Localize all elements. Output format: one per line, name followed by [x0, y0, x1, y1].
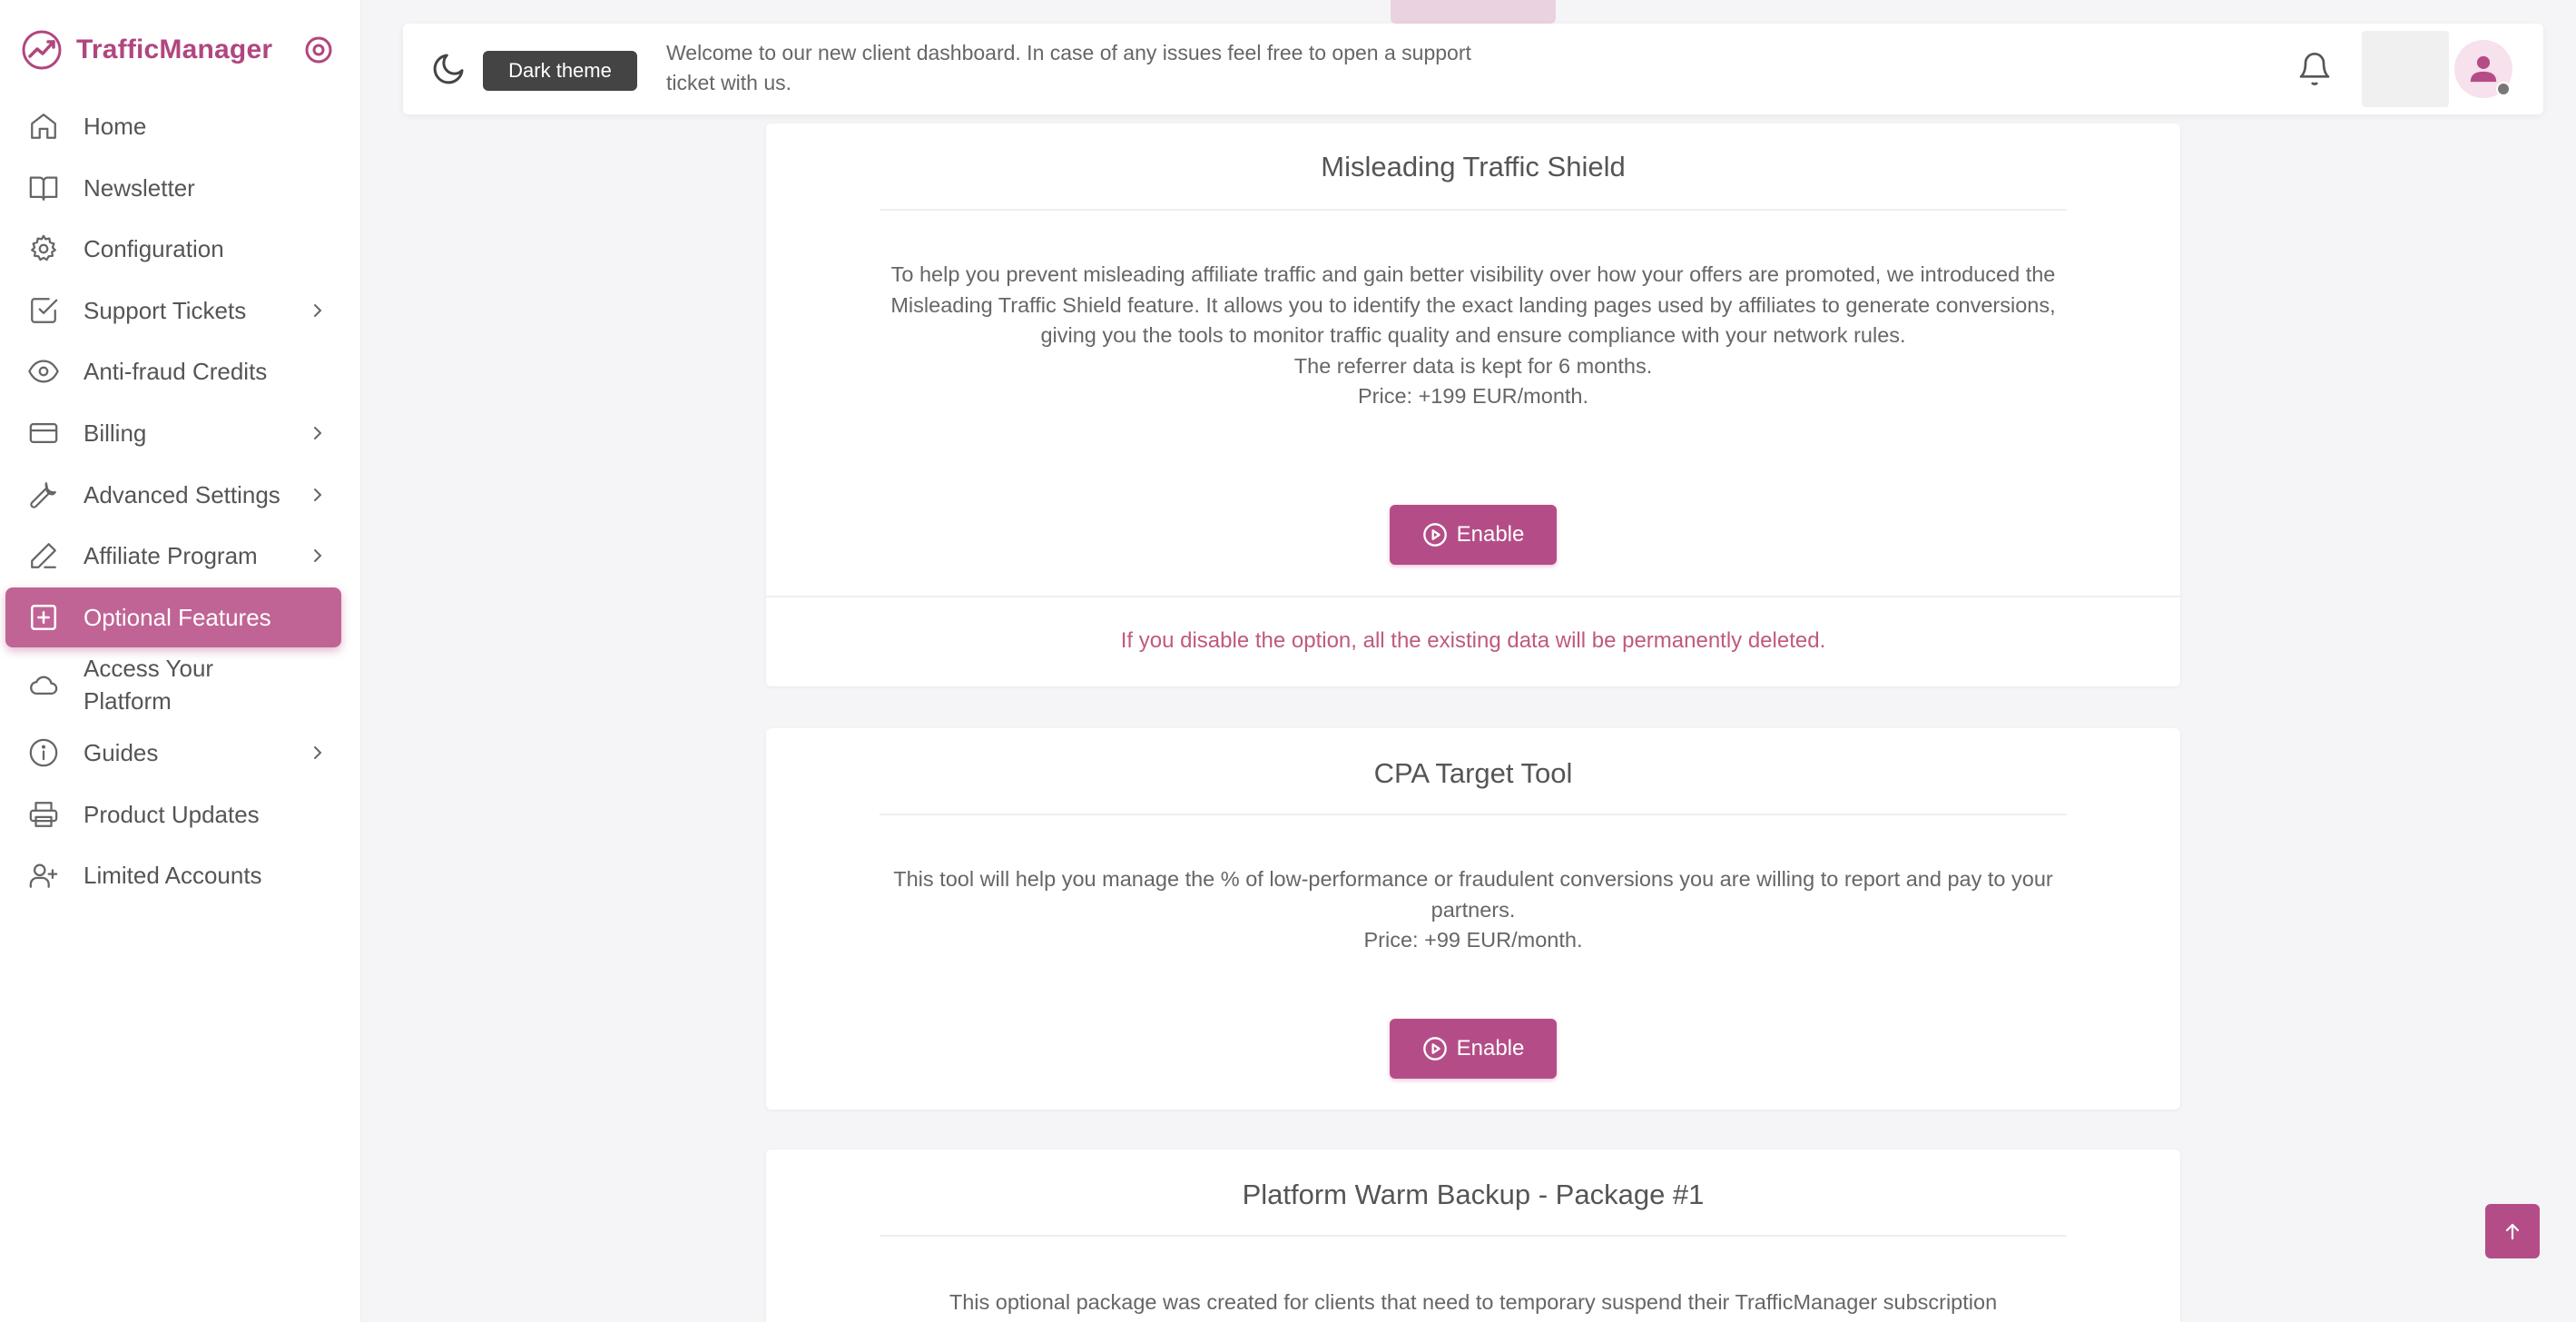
sidebar-item-home[interactable]: Home [5, 96, 341, 156]
sidebar-item-label: Newsletter [84, 173, 195, 202]
card-title: Platform Warm Backup - Package #1 [1242, 1179, 1705, 1210]
card-footer-divider [766, 596, 2180, 597]
play-circle-icon [1422, 1036, 1448, 1061]
feature-card-platform-warm-backup: Platform Warm Backup - Package #1 This o… [766, 1149, 2180, 1322]
plus-square-icon [27, 601, 60, 634]
user-plus-icon [27, 859, 60, 892]
sidebar-item-billing[interactable]: Billing [5, 403, 341, 463]
scroll-to-top-button[interactable] [2485, 1204, 2540, 1258]
enable-button[interactable]: Enable [1390, 505, 1557, 565]
eye-icon [27, 355, 60, 388]
sidebar-item-anti-fraud-credits[interactable]: Anti-fraud Credits [5, 341, 341, 401]
moon-icon[interactable] [430, 51, 467, 87]
card-title: Misleading Traffic Shield [1321, 151, 1626, 183]
sidebar-nav: Home Newsletter Configuration Support Ti… [5, 96, 341, 907]
retention-text: The referrer data is kept for 6 months. [1293, 353, 1653, 378]
brand[interactable]: TrafficManager [20, 27, 347, 73]
pen-icon [27, 539, 60, 572]
chevron-right-icon [307, 300, 329, 321]
chevron-right-icon [307, 545, 329, 567]
welcome-message: Welcome to our new client dashboard. In … [666, 41, 1471, 94]
home-icon [27, 110, 60, 143]
wrench-icon [27, 478, 60, 511]
sidebar-item-limited-accounts[interactable]: Limited Accounts [5, 845, 341, 905]
sidebar-item-label: Configuration [84, 235, 224, 263]
sidebar-item-label: Access Your Platform [84, 655, 214, 715]
disable-warning: If you disable the option, all the exist… [1120, 628, 1826, 653]
sidebar-item-label: Advanced Settings [84, 480, 280, 508]
price-text: Price: +99 EUR/month. [1363, 928, 1583, 952]
price-text: Price: +199 EUR/month. [1357, 384, 1589, 408]
description-text: To help you prevent misleading affiliate… [890, 262, 2056, 347]
account-placeholder [2362, 31, 2449, 107]
printer-icon [27, 798, 60, 831]
sidebar-item-product-updates[interactable]: Product Updates [5, 784, 341, 844]
feature-card-misleading-traffic-shield: Misleading Traffic Shield To help you pr… [766, 123, 2180, 686]
card-divider [880, 1235, 2067, 1237]
previous-enable-button-ghost [1391, 0, 1556, 24]
sidebar: TrafficManager Home Newsletter Configura… [0, 0, 361, 1322]
chevron-right-icon [307, 742, 329, 764]
sidebar-item-label: Limited Accounts [84, 862, 262, 890]
enable-button-label: Enable [1456, 1036, 1525, 1061]
card-description: To help you prevent misleading affiliate… [880, 260, 2067, 412]
book-icon [27, 172, 60, 204]
collapse-sidebar-icon[interactable] [303, 35, 334, 65]
card-divider [880, 209, 2067, 211]
gear-icon [27, 232, 60, 265]
arrow-up-icon [2505, 1223, 2520, 1240]
enable-button-label: Enable [1456, 522, 1525, 547]
sidebar-item-access-your-platform[interactable]: Access Your Platform [5, 648, 341, 721]
feature-card-cpa-target-tool: CPA Target Tool This tool will help you … [766, 728, 2180, 1110]
bell-icon[interactable] [2296, 51, 2333, 87]
sidebar-item-affiliate-program[interactable]: Affiliate Program [5, 526, 341, 586]
sidebar-item-support-tickets[interactable]: Support Tickets [5, 281, 341, 340]
sidebar-item-label: Support Tickets [84, 296, 247, 324]
info-icon [27, 736, 60, 769]
dark-theme-button[interactable]: Dark theme [483, 51, 637, 91]
sidebar-item-configuration[interactable]: Configuration [5, 219, 341, 279]
enable-button[interactable]: Enable [1390, 1019, 1557, 1079]
card-description: This tool will help you manage the % of … [880, 864, 2067, 956]
description-text: This tool will help you manage the % of … [893, 867, 2053, 922]
check-square-icon [27, 294, 60, 327]
sidebar-item-label: Anti-fraud Credits [84, 358, 268, 386]
topbar: Dark theme Welcome to our new client das… [403, 24, 2543, 114]
sidebar-item-label: Billing [84, 419, 147, 447]
sidebar-item-label: Guides [84, 738, 159, 766]
card-description: This optional package was created for cl… [949, 1290, 1998, 1314]
sidebar-item-advanced-settings[interactable]: Advanced Settings [5, 465, 341, 525]
sidebar-item-label: Product Updates [84, 800, 260, 828]
chevron-right-icon [307, 422, 329, 444]
chevron-right-icon [307, 484, 329, 506]
status-dot [2496, 82, 2511, 96]
credit-card-icon [27, 417, 60, 449]
brand-name: TrafficManager [76, 35, 273, 64]
sidebar-item-guides[interactable]: Guides [5, 723, 341, 783]
trafficmanager-logo-icon [20, 28, 64, 72]
sidebar-item-label: Home [84, 113, 147, 140]
cloud-icon [27, 668, 60, 701]
sidebar-item-label: Affiliate Program [84, 542, 258, 570]
play-circle-icon [1422, 522, 1448, 548]
sidebar-item-label: Optional Features [84, 603, 271, 631]
user-icon [2470, 55, 2497, 83]
card-divider [880, 814, 2067, 815]
card-title: CPA Target Tool [1373, 757, 1573, 789]
sidebar-item-newsletter[interactable]: Newsletter [5, 158, 341, 218]
sidebar-item-optional-features[interactable]: Optional Features [5, 587, 341, 647]
